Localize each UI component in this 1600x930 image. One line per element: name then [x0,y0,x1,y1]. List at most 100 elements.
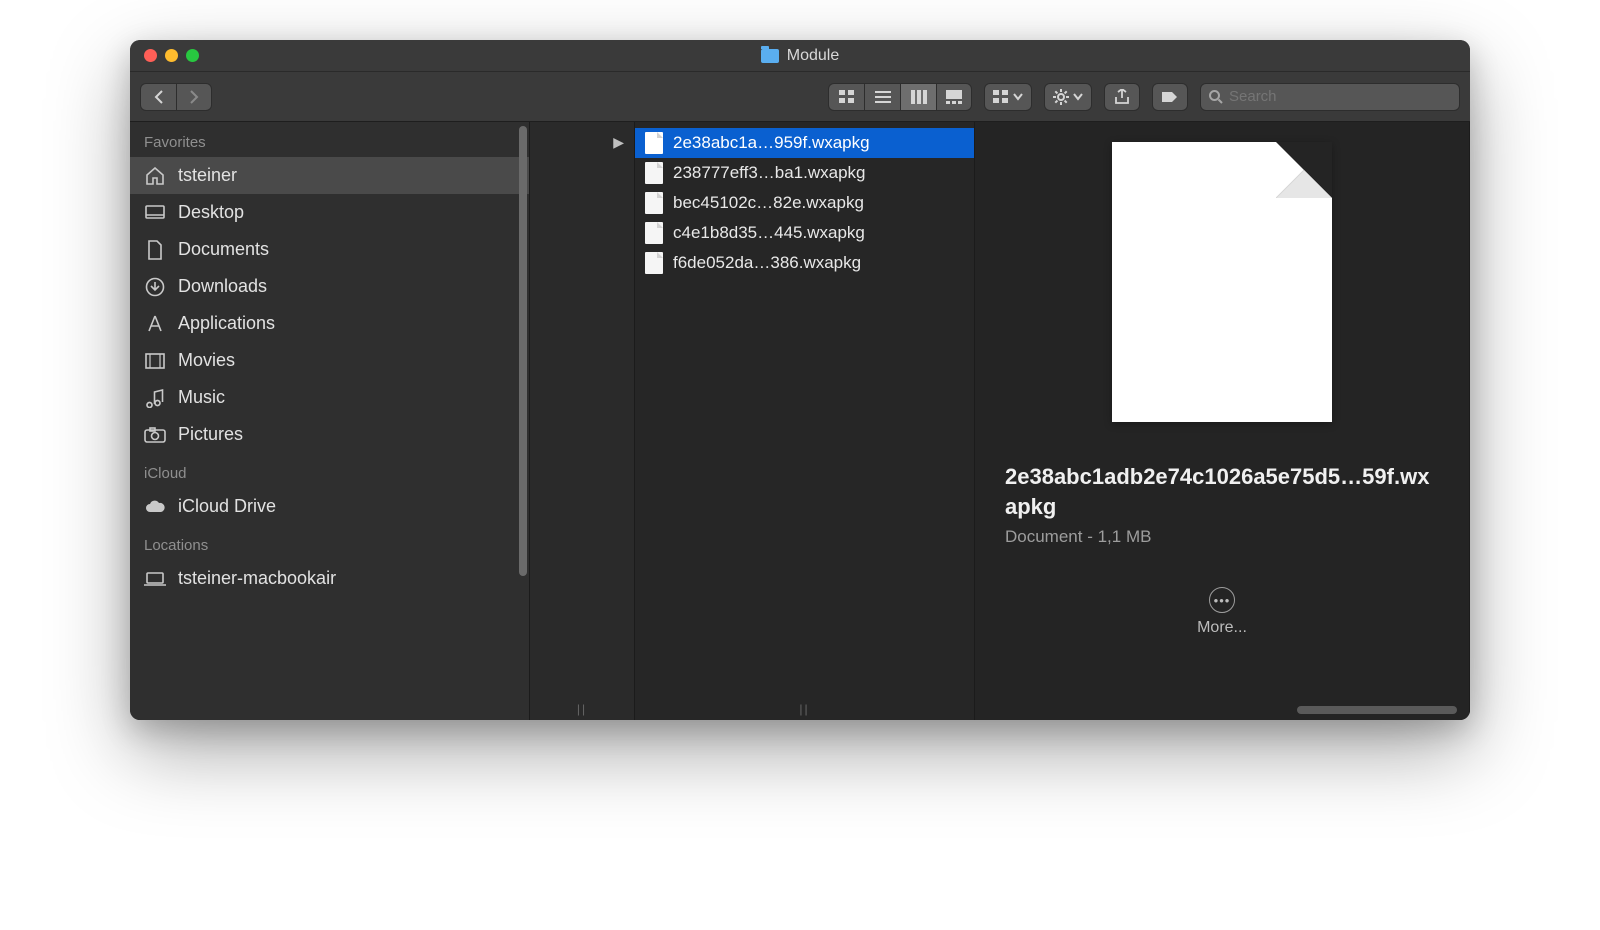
sidebar: Favorites tsteiner Desktop Documents Dow… [130,122,530,720]
sidebar-section-icloud: iCloud [130,453,529,488]
sidebar-section-favorites: Favorites [130,122,529,157]
desktop-icon [144,203,166,223]
gear-icon [1053,89,1069,105]
sidebar-scrollbar[interactable] [519,126,527,576]
columns-icon [911,90,927,104]
preview-pane: 2e38abc1adb2e74c1026a5e75d5…59f.wxapkg D… [975,128,1469,657]
chevron-down-icon [1013,93,1023,101]
finder-window: Module [130,40,1470,720]
window-title: Module [130,47,1470,65]
file-name: 238777eff3…ba1.wxapkg [673,163,866,183]
preview-file-meta: Document - 1,1 MB [1005,527,1439,547]
documents-icon [144,240,166,260]
cloud-icon [144,497,166,517]
sidebar-item-label: Applications [178,313,275,334]
file-list-column: 2e38abc1a…959f.wxapkg 238777eff3…ba1.wxa… [635,122,975,720]
laptop-icon [144,569,166,589]
more-button[interactable]: ••• More... [1197,587,1247,637]
sidebar-item-label: Downloads [178,276,267,297]
sidebar-item-home[interactable]: tsteiner [130,157,529,194]
disclosure-arrow-icon: ▶ [603,128,634,157]
folder-icon [761,49,779,63]
file-row[interactable]: 2e38abc1a…959f.wxapkg [635,128,974,158]
preview-document-icon [1112,142,1332,422]
sidebar-item-label: Pictures [178,424,243,445]
sidebar-item-label: iCloud Drive [178,496,276,517]
arrange-group [984,83,1032,111]
gallery-icon [946,90,962,104]
sidebar-item-movies[interactable]: Movies [130,342,529,379]
tags-button[interactable] [1152,83,1188,111]
movies-icon [144,351,166,371]
sidebar-item-label: tsteiner [178,165,237,186]
sidebar-item-laptop[interactable]: tsteiner-macbookair [130,560,529,597]
share-button[interactable] [1104,83,1140,111]
file-name: 2e38abc1a…959f.wxapkg [673,133,870,153]
action-group [1044,83,1092,111]
nav-group [140,83,212,111]
document-icon [645,192,663,214]
list-view-button[interactable] [864,83,900,111]
view-switcher [828,83,972,111]
search-field[interactable] [1200,83,1460,111]
column-resize-handle[interactable]: || [577,702,587,716]
grid-icon [993,90,1009,104]
sidebar-item-label: tsteiner-macbookair [178,568,336,589]
file-row[interactable]: c4e1b8d35…445.wxapkg [635,218,974,248]
column-browser: ▶ || 2e38abc1a…959f.wxapkg 238777eff3…ba… [530,122,1470,720]
more-label: More... [1197,619,1247,637]
parent-column[interactable]: ▶ || [530,122,635,720]
sidebar-item-label: Documents [178,239,269,260]
preview-file-name: 2e38abc1adb2e74c1026a5e75d5…59f.wxapkg [1005,462,1439,521]
titlebar: Module [130,40,1470,72]
ellipsis-icon: ••• [1209,587,1235,613]
action-menu-button[interactable] [1044,83,1092,111]
toolbar [130,72,1470,122]
pictures-icon [144,425,166,445]
file-row[interactable]: 238777eff3…ba1.wxapkg [635,158,974,188]
list-icon [875,90,891,104]
search-icon [1209,90,1223,104]
file-row[interactable]: f6de052da…386.wxapkg [635,248,974,278]
preview-scrollbar[interactable] [1297,706,1457,714]
sidebar-item-applications[interactable]: Applications [130,305,529,342]
sidebar-item-music[interactable]: Music [130,379,529,416]
sidebar-item-downloads[interactable]: Downloads [130,268,529,305]
sidebar-item-icloud-drive[interactable]: iCloud Drive [130,488,529,525]
back-button[interactable] [140,83,176,111]
file-name: f6de052da…386.wxapkg [673,253,861,273]
share-icon [1115,89,1129,105]
icon-view-button[interactable] [828,83,864,111]
document-icon [645,162,663,184]
column-resize-handle[interactable]: || [799,702,809,716]
applications-icon [144,314,166,334]
home-icon [144,166,166,186]
sidebar-item-desktop[interactable]: Desktop [130,194,529,231]
sidebar-item-label: Music [178,387,225,408]
grid-icon [839,90,855,104]
document-icon [645,252,663,274]
preview-column: 2e38abc1adb2e74c1026a5e75d5…59f.wxapkg D… [975,122,1470,720]
chevron-left-icon [154,90,164,104]
sidebar-item-label: Desktop [178,202,244,223]
sidebar-item-pictures[interactable]: Pictures [130,416,529,453]
file-name: c4e1b8d35…445.wxapkg [673,223,865,243]
document-icon [645,132,663,154]
tag-icon [1161,90,1179,104]
chevron-right-icon [189,90,199,104]
arrange-button[interactable] [984,83,1032,111]
music-icon [144,388,166,408]
column-view-button[interactable] [900,83,936,111]
sidebar-section-locations: Locations [130,525,529,560]
downloads-icon [144,277,166,297]
gallery-view-button[interactable] [936,83,972,111]
window-body: Favorites tsteiner Desktop Documents Dow… [130,122,1470,720]
file-name: bec45102c…82e.wxapkg [673,193,864,213]
window-title-text: Module [787,47,839,65]
sidebar-item-documents[interactable]: Documents [130,231,529,268]
document-icon [645,222,663,244]
chevron-down-icon [1073,93,1083,101]
file-row[interactable]: bec45102c…82e.wxapkg [635,188,974,218]
forward-button[interactable] [176,83,212,111]
search-input[interactable] [1229,88,1451,105]
